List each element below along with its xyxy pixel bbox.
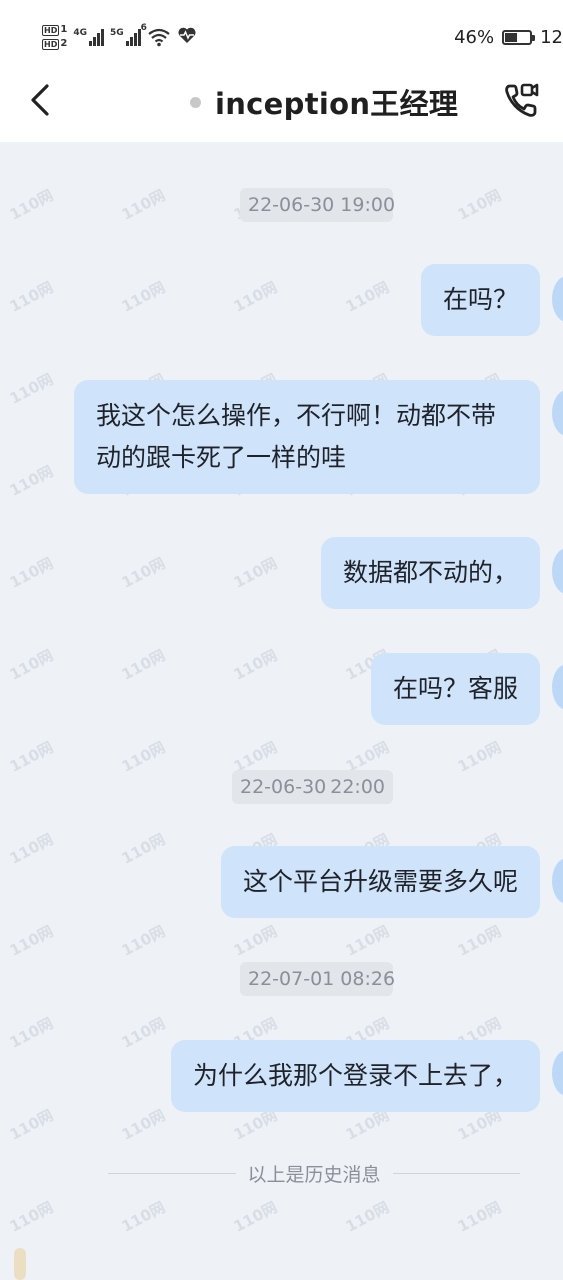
watermark-text: 110网 (6, 922, 57, 960)
chevron-left-icon (29, 83, 51, 121)
message-bubble-sent[interactable]: 为什么我那个登录不上去了， (170, 1040, 540, 1112)
status-dot-icon (190, 96, 201, 108)
history-divider: 以上是历史消息 (108, 1158, 521, 1188)
signal-5g-icon: 5G (110, 28, 141, 46)
divider-line (108, 1172, 236, 1174)
watermark-text: 110网 (230, 278, 281, 316)
watermark-text: 110网 (118, 1014, 169, 1052)
watermark-text: 110网 (342, 922, 393, 960)
hd-indicator-1: HD 1 (42, 24, 68, 36)
watermark-text: 110网 (118, 1106, 169, 1144)
wifi-icon: 6 (141, 23, 171, 47)
watermark-text: 110网 (118, 1198, 169, 1236)
message-bubble-sent[interactable]: 这个平台升级需要多久呢 (220, 846, 540, 918)
watermark-text: 110网 (6, 830, 57, 868)
watermark-text: 110网 (230, 554, 281, 592)
watermark-text: 110网 (118, 646, 169, 684)
hd-indicators: HD 1 HD 2 (42, 24, 67, 50)
divider-line (392, 1172, 521, 1174)
watermark-text: 110网 (118, 738, 169, 776)
status-bar: HD 1 HD 2 4G 5G 6 46% 12 (0, 0, 563, 72)
watermark-text: 110网 (454, 738, 505, 776)
watermark-text: 110网 (454, 1198, 505, 1236)
signal-4g-icon: 4G (73, 28, 104, 46)
message-bubble-sent[interactable]: 数据都不动的， (320, 537, 540, 609)
watermark-text: 110网 (454, 922, 505, 960)
avatar[interactable] (552, 858, 563, 904)
watermark-text: 110网 (6, 646, 57, 684)
avatar[interactable] (552, 548, 563, 594)
watermark-text: 110网 (6, 554, 57, 592)
watermark-text: 110网 (6, 462, 57, 500)
watermark-text: 110网 (6, 738, 57, 776)
top-bar: HD 1 HD 2 4G 5G 6 46% 12 inception王经理 (0, 0, 563, 142)
avatar[interactable] (552, 276, 563, 322)
clock: 12 (540, 26, 563, 48)
status-indicators: HD 1 HD 2 4G 5G 6 (42, 20, 197, 54)
battery-percent: 46% (454, 26, 495, 48)
timestamp: 22-06-30 19:00 (240, 188, 395, 222)
message-bubble-sent[interactable]: 在吗？ (420, 264, 540, 336)
watermark-text: 110网 (6, 186, 57, 224)
watermark-text: 110网 (118, 554, 169, 592)
avatar[interactable] (552, 664, 563, 710)
history-label: 以上是历史消息 (247, 1163, 381, 1186)
watermark-text: 110网 (230, 646, 281, 684)
watermark-text: 110网 (230, 922, 281, 960)
watermark-text: 110网 (6, 1014, 57, 1052)
hd-indicator-2: HD 2 (42, 38, 68, 50)
watermark-text: 110网 (230, 1198, 281, 1236)
chat-header: inception王经理 (0, 72, 563, 142)
watermark-text: 110网 (118, 830, 169, 868)
message-bubble-sent[interactable]: 我这个怎么操作，不行啊！动都不带动的跟卡死了一样的哇 (74, 380, 540, 494)
avatar[interactable] (552, 1050, 563, 1096)
timestamp: 22-06-30 22:00 (232, 770, 393, 804)
chat-title-group: inception王经理 (190, 80, 458, 124)
back-button[interactable] (22, 82, 58, 122)
avatar[interactable] (552, 390, 563, 436)
timestamp: 22-07-01 08:26 (240, 962, 395, 996)
watermark-text: 110网 (454, 186, 505, 224)
chat-title: inception王经理 (215, 87, 459, 121)
watermark-text: 110网 (6, 1198, 57, 1236)
message-bubble-sent[interactable]: 在吗？客服 (370, 653, 540, 725)
watermark-text: 110网 (6, 278, 57, 316)
watermark-text: 110网 (6, 1106, 57, 1144)
video-call-icon (502, 80, 542, 124)
video-call-button[interactable] (500, 80, 544, 124)
battery-icon (502, 29, 536, 45)
decorative-mark (14, 1248, 26, 1280)
watermark-text: 110网 (342, 278, 393, 316)
watermark-text: 110网 (118, 278, 169, 316)
watermark-text: 110网 (118, 186, 169, 224)
heart-rate-icon (177, 26, 197, 48)
watermark-text: 110网 (118, 922, 169, 960)
watermark-text: 110网 (6, 370, 57, 408)
watermark-text: 110网 (342, 1198, 393, 1236)
status-right: 46% 12 (454, 22, 563, 52)
timestamp-date: 22-06-30 (240, 776, 327, 798)
timestamp-time: 22:00 (330, 776, 385, 798)
